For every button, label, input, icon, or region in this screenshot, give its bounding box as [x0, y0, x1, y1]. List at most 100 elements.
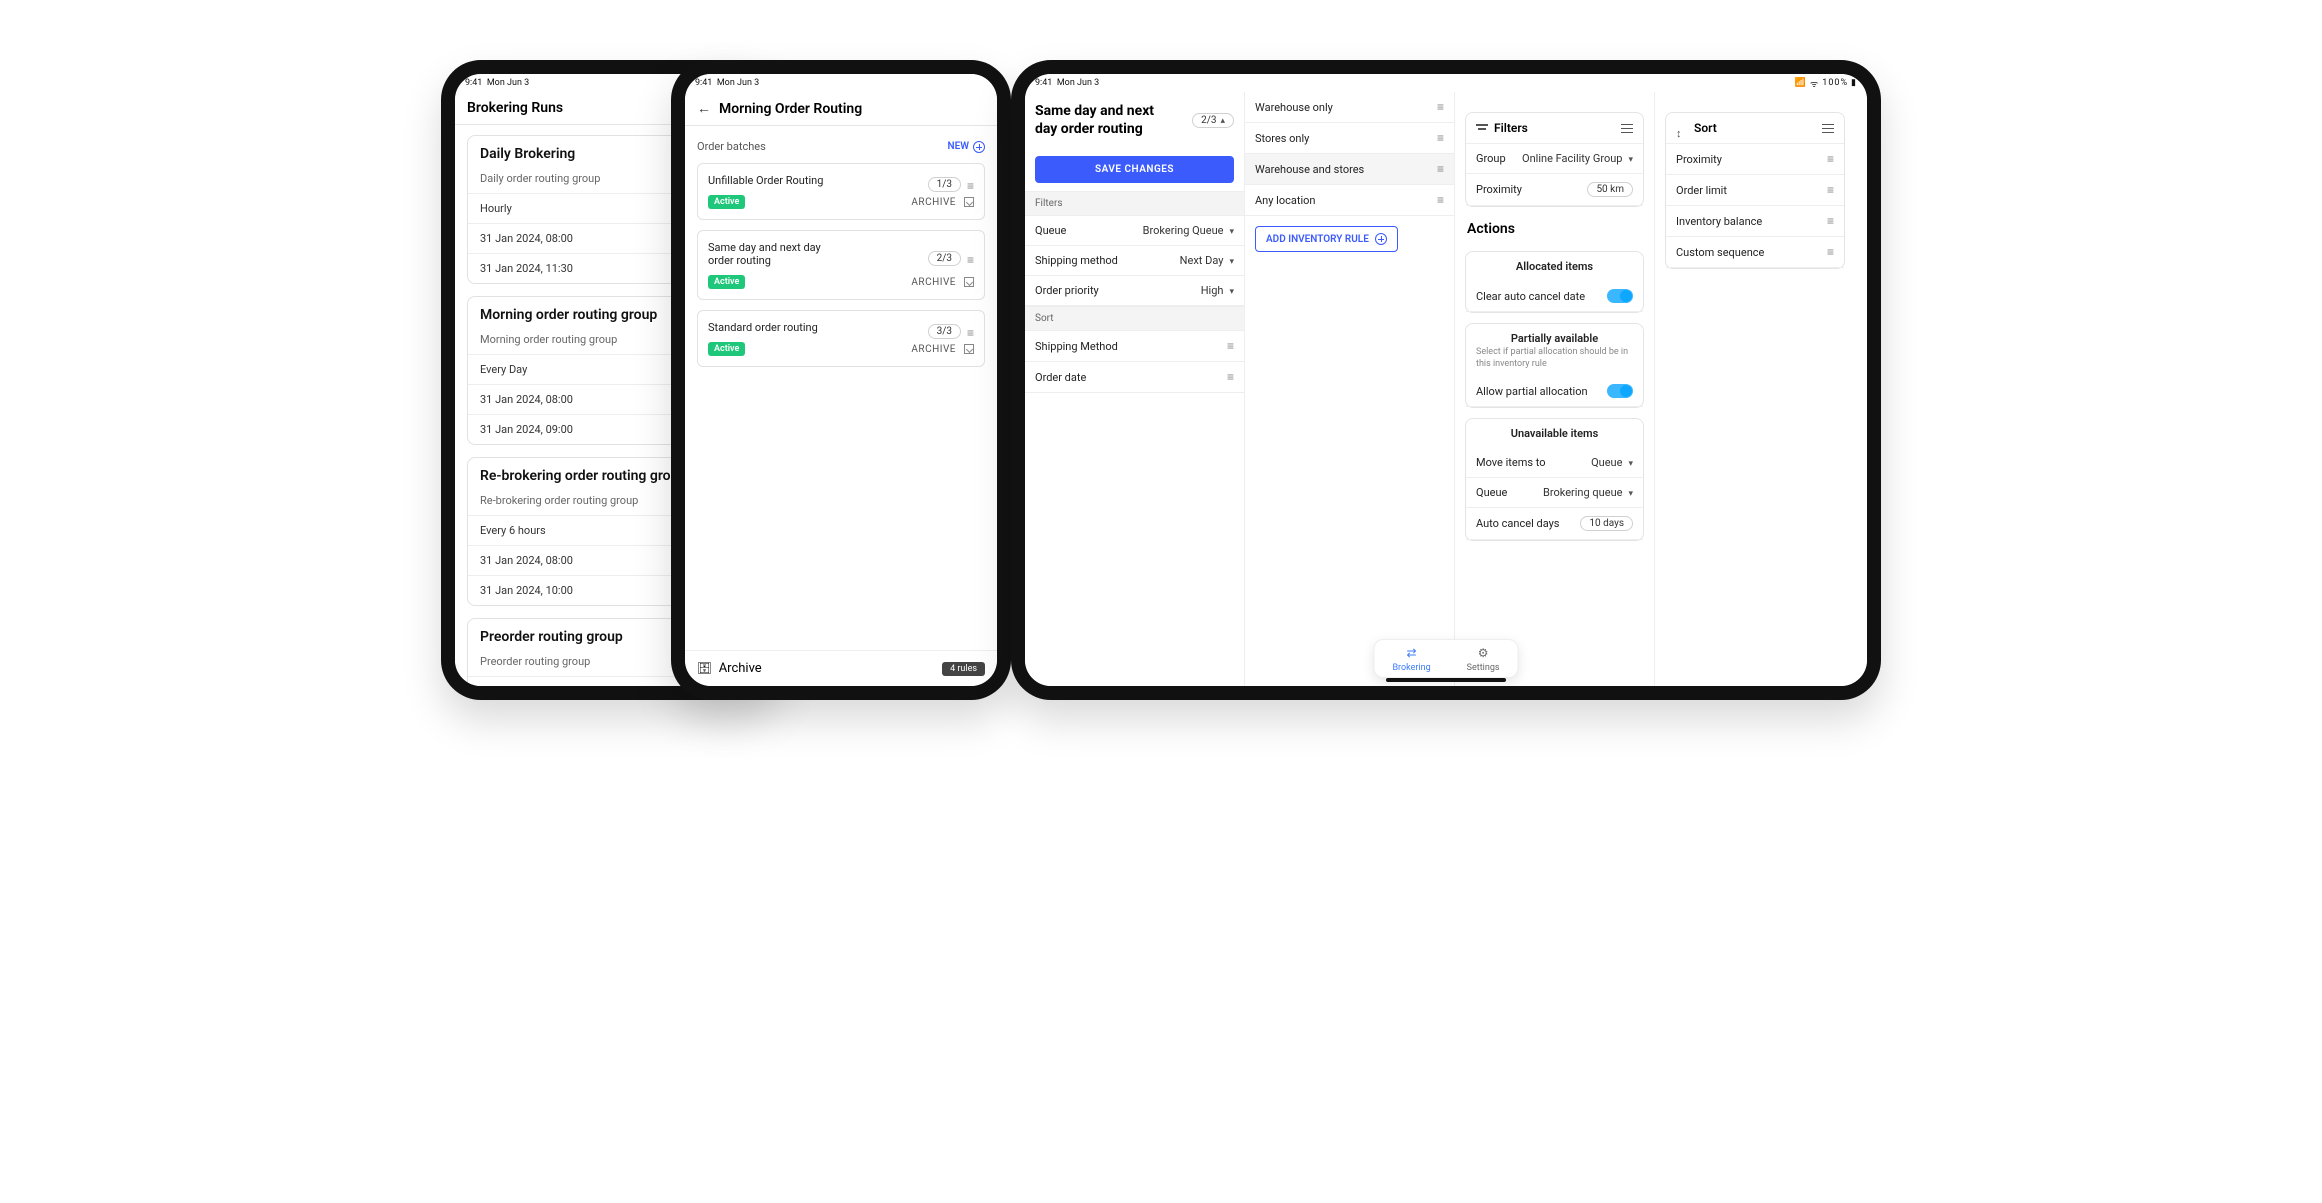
- row-label: Inventory balance: [1676, 215, 1762, 228]
- row-label: Warehouse and stores: [1255, 163, 1364, 176]
- drag-handle-icon[interactable]: [1827, 152, 1834, 166]
- battery-label: 100%: [1822, 78, 1848, 88]
- archive-icon: [697, 661, 712, 676]
- sort-panel-row[interactable]: Proximity: [1666, 144, 1844, 175]
- batch-card[interactable]: Same day and next day order routing 2/3 …: [697, 230, 985, 300]
- gear-icon: [1467, 646, 1500, 661]
- chevron-down-icon: [1229, 254, 1234, 267]
- sort-panel-row[interactable]: Inventory balance: [1666, 206, 1844, 237]
- add-inventory-rule-button[interactable]: ADD INVENTORY RULE: [1255, 226, 1398, 252]
- bottom-dock: Brokering Settings: [1373, 639, 1518, 678]
- drag-handle-icon[interactable]: [1827, 245, 1834, 259]
- toggle-row[interactable]: Clear auto cancel date: [1466, 281, 1643, 312]
- archive-button[interactable]: ARCHIVE: [911, 197, 974, 208]
- chevron-down-icon: [1628, 456, 1633, 469]
- dock-label: Settings: [1467, 663, 1500, 673]
- sort-panel-row[interactable]: Order limit: [1666, 175, 1844, 206]
- row-label: Stores only: [1255, 132, 1309, 145]
- action-row[interactable]: Auto cancel days 10 days: [1466, 508, 1643, 540]
- toggle-switch[interactable]: [1607, 289, 1633, 303]
- archive-footer[interactable]: Archive 4 rules: [685, 650, 997, 686]
- sliders-icon[interactable]: [1621, 122, 1633, 134]
- new-label: NEW: [948, 141, 970, 152]
- row-label: Allow partial allocation: [1476, 385, 1588, 398]
- filter-group-row[interactable]: Group Online Facility Group: [1466, 144, 1643, 174]
- row-label: Proximity: [1476, 183, 1522, 196]
- rule-option-selected[interactable]: Warehouse and stores: [1245, 154, 1454, 185]
- drag-handle-icon[interactable]: [1227, 339, 1234, 353]
- toggle-switch[interactable]: [1607, 384, 1633, 398]
- filter-row-priority[interactable]: Order priority High: [1025, 276, 1244, 306]
- drag-handle-icon[interactable]: [1437, 162, 1444, 176]
- row-label: Group: [1476, 152, 1506, 165]
- count-chip[interactable]: 2/3: [1192, 113, 1234, 128]
- page-title: Brokering Runs: [467, 100, 563, 116]
- batch-card[interactable]: Standard order routing 3/3 Active ARCHIV…: [697, 310, 985, 367]
- new-batch-button[interactable]: NEW: [948, 141, 986, 153]
- row-label: Shipping Method: [1035, 340, 1118, 353]
- battery-icon: ▮: [1851, 78, 1857, 88]
- row-value: Online Facility Group: [1522, 152, 1622, 165]
- status-date: Mon Jun 3: [717, 78, 759, 88]
- page-title: Morning Order Routing: [719, 101, 862, 117]
- drag-handle-icon[interactable]: [1437, 131, 1444, 145]
- archive-icon: [964, 344, 974, 354]
- sort-row[interactable]: Shipping Method: [1025, 331, 1244, 362]
- dock-settings-tab[interactable]: Settings: [1449, 640, 1518, 677]
- page-title: Same day and next day order routing: [1035, 102, 1175, 138]
- row-value: Next Day: [1180, 254, 1224, 267]
- action-row[interactable]: Queue Brokering queue: [1466, 478, 1643, 508]
- filter-proximity-row[interactable]: Proximity 50 km: [1466, 174, 1643, 206]
- dock-label: Brokering: [1392, 663, 1430, 673]
- status-bar: 9:41 Mon Jun 3: [685, 74, 997, 92]
- action-title: Partially available: [1466, 324, 1643, 347]
- action-title: Allocated items: [1466, 252, 1643, 281]
- row-label: Order priority: [1035, 284, 1099, 297]
- rule-option[interactable]: Any location: [1245, 185, 1454, 216]
- archive-icon: [964, 277, 974, 287]
- batch-title: Unfillable Order Routing: [708, 174, 823, 187]
- drag-handle-icon[interactable]: [1827, 183, 1834, 197]
- filter-row-shipping[interactable]: Shipping method Next Day: [1025, 246, 1244, 276]
- sort-title: Sort: [1694, 121, 1717, 135]
- drag-handle-icon[interactable]: [1437, 193, 1444, 207]
- drag-handle-icon[interactable]: [967, 322, 974, 341]
- sort-panel-header: Sort: [1666, 113, 1844, 144]
- drag-handle-icon[interactable]: [967, 249, 974, 268]
- sort-row[interactable]: Order date: [1025, 362, 1244, 393]
- toggle-row[interactable]: Allow partial allocation: [1466, 376, 1643, 407]
- row-label: Queue: [1035, 224, 1066, 237]
- status-time: 9:41: [465, 78, 482, 88]
- chevron-down-icon: [1628, 152, 1633, 165]
- tablet-routing-detail: 9:41 Mon Jun 3 📶 ᯤ 100% ▮ Same day and n…: [1011, 60, 1881, 700]
- plus-icon: [1375, 233, 1387, 245]
- drag-handle-icon[interactable]: [1827, 214, 1834, 228]
- rule-option[interactable]: Stores only: [1245, 123, 1454, 154]
- status-time: 9:41: [695, 78, 712, 88]
- action-unavailable-card: Unavailable items Move items to Queue Qu…: [1465, 418, 1644, 541]
- archive-button[interactable]: ARCHIVE: [911, 277, 974, 288]
- batch-count-chip: 2/3: [928, 251, 961, 266]
- drag-handle-icon[interactable]: [1227, 370, 1234, 384]
- rule-option[interactable]: Warehouse only: [1245, 92, 1454, 123]
- sort-icon: [1676, 122, 1688, 134]
- row-label: Move items to: [1476, 456, 1546, 469]
- batch-card[interactable]: Unfillable Order Routing 1/3 Active ARCH…: [697, 163, 985, 220]
- archive-button[interactable]: ARCHIVE: [911, 344, 974, 355]
- sliders-icon[interactable]: [1822, 122, 1834, 134]
- drag-handle-icon[interactable]: [1437, 100, 1444, 114]
- batch-title: Standard order routing: [708, 321, 818, 334]
- drag-handle-icon[interactable]: [967, 175, 974, 194]
- status-date: Mon Jun 3: [487, 78, 529, 88]
- sort-panel-row[interactable]: Custom sequence: [1666, 237, 1844, 268]
- dock-brokering-tab[interactable]: Brokering: [1374, 640, 1448, 677]
- row-label: Custom sequence: [1676, 246, 1764, 259]
- plus-icon: [973, 141, 985, 153]
- action-row[interactable]: Move items to Queue: [1466, 448, 1643, 478]
- save-changes-button[interactable]: SAVE CHANGES: [1035, 156, 1234, 183]
- filter-row-queue[interactable]: Queue Brokering Queue: [1025, 216, 1244, 246]
- chevron-down-icon: [1229, 224, 1234, 237]
- back-icon[interactable]: [697, 100, 711, 117]
- batch-count-chip: 3/3: [928, 324, 961, 339]
- chevron-up-icon: [1220, 115, 1225, 126]
